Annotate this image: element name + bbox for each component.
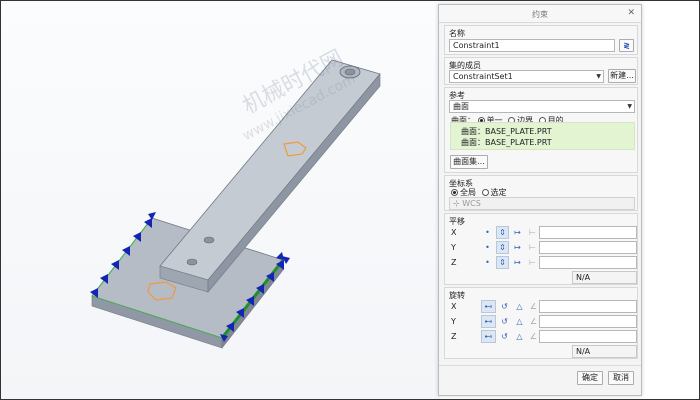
set-select-value: ConstraintSet1 — [453, 72, 513, 81]
function-icon: ⊢ — [529, 228, 536, 237]
prescribed-rotation-icon[interactable]: △ — [513, 315, 526, 328]
radio-selected-label: 选定 — [490, 188, 507, 197]
ok-button[interactable]: 确定 — [577, 371, 603, 385]
radio-selected[interactable] — [481, 189, 489, 196]
model-graphic[interactable] — [0, 0, 440, 400]
name-section: 名称 Constraint1 ≷ — [444, 25, 638, 55]
set-section: 集的成员 ConstraintSet1 ▼ 新建... — [444, 57, 638, 85]
fixed-icon[interactable]: • — [481, 256, 494, 269]
free-icon[interactable]: ⇕ — [496, 226, 509, 239]
coord-system-icon: ⊹ — [453, 199, 460, 208]
translation-section: 平移 X • ⇕ ↦ ⊢ Y • ⇕ ↦ ⊢ Z • ⇕ ↦ ⊢ N/A — [444, 213, 638, 285]
radio-global-label: 全局 — [460, 188, 476, 197]
fixed-rotation-icon[interactable]: ⊷ — [481, 315, 496, 328]
rotation-x-label: X — [451, 302, 457, 311]
rotation-z-label: Z — [451, 332, 457, 341]
coord-section: 坐标系 全局 选定 ⊹ WCS — [444, 175, 638, 211]
rotation-y-label: Y — [451, 317, 456, 326]
model-viewport[interactable]: 机械时代网 www.jixiecad.com — [0, 0, 440, 400]
fixed-icon[interactable]: • — [481, 226, 494, 239]
radio-global[interactable] — [451, 189, 458, 196]
translation-x-label: X — [451, 228, 457, 237]
reference-type-value: 曲面 — [453, 102, 469, 111]
translation-label: 平移 — [449, 217, 465, 226]
rotation-section: 旋转 X ⊷ ↺ △ ∠ Y ⊷ ↺ △ ∠ Z ⊷ ↺ △ ∠ N/A — [444, 287, 638, 359]
function-icon: ⊢ — [529, 258, 536, 267]
wcs-value: WCS — [462, 199, 481, 208]
reference-list[interactable]: 曲面：BASE_PLATE.PRT 曲面：BASE_PLATE.PRT — [450, 122, 635, 150]
free-rotation-icon[interactable]: ↺ — [498, 300, 511, 313]
rotation-z-input[interactable] — [539, 330, 637, 343]
set-select[interactable]: ConstraintSet1 ▼ — [449, 70, 604, 83]
free-icon[interactable]: ⇕ — [496, 241, 509, 254]
prescribed-rotation-icon[interactable]: △ — [513, 300, 526, 313]
close-icon[interactable]: ✕ — [627, 8, 635, 18]
rotation-x-input[interactable] — [539, 300, 637, 313]
prescribed-icon[interactable]: ↦ — [511, 241, 524, 254]
fixed-rotation-icon[interactable]: ⊷ — [481, 300, 496, 313]
dialog-title: 约束 — [532, 10, 548, 19]
new-set-button[interactable]: 新建... — [608, 69, 636, 83]
edit-icon[interactable]: ≷ — [619, 39, 634, 52]
chevron-down-icon: ▼ — [596, 73, 601, 80]
fixed-rotation-icon[interactable]: ⊷ — [481, 330, 496, 343]
reference-section: 参考 曲面 ▼ 曲面： 单一 边界 目的 曲面：BASE_PLATE.PRT 曲… — [444, 87, 638, 173]
rotation-status: N/A — [572, 345, 637, 358]
reference-type-select[interactable]: 曲面 ▼ — [449, 100, 635, 113]
cancel-button[interactable]: 取消 — [608, 371, 634, 385]
prescribed-rotation-icon[interactable]: △ — [513, 330, 526, 343]
free-rotation-icon[interactable]: ↺ — [498, 315, 511, 328]
translation-z-label: Z — [451, 258, 457, 267]
fixed-icon[interactable]: • — [481, 241, 494, 254]
chevron-down-icon: ▼ — [627, 103, 632, 110]
translation-y-label: Y — [451, 243, 456, 252]
free-rotation-icon[interactable]: ↺ — [498, 330, 511, 343]
dialog-titlebar[interactable]: 约束 ✕ — [439, 5, 641, 23]
function-icon: ⊢ — [529, 243, 536, 252]
surface-set-button[interactable]: 曲面集... — [450, 155, 488, 169]
translation-status: N/A — [572, 271, 637, 284]
free-icon[interactable]: ⇕ — [496, 256, 509, 269]
reference-item[interactable]: 曲面：BASE_PLATE.PRT — [461, 137, 552, 148]
dialog-footer-divider — [439, 365, 641, 366]
prescribed-icon[interactable]: ↦ — [511, 226, 524, 239]
translation-z-input[interactable] — [539, 256, 637, 269]
rotation-y-input[interactable] — [539, 315, 637, 328]
constraint-dialog: 约束 ✕ 名称 Constraint1 ≷ 集的成员 ConstraintSet… — [438, 4, 642, 396]
rotation-label: 旋转 — [449, 291, 465, 300]
name-label: 名称 — [449, 29, 465, 38]
reference-item[interactable]: 曲面：BASE_PLATE.PRT — [461, 126, 552, 137]
prescribed-icon[interactable]: ↦ — [511, 256, 524, 269]
translation-y-input[interactable] — [539, 241, 637, 254]
wcs-field: ⊹ WCS — [449, 197, 635, 210]
name-input[interactable]: Constraint1 — [449, 39, 615, 52]
translation-x-input[interactable] — [539, 226, 637, 239]
